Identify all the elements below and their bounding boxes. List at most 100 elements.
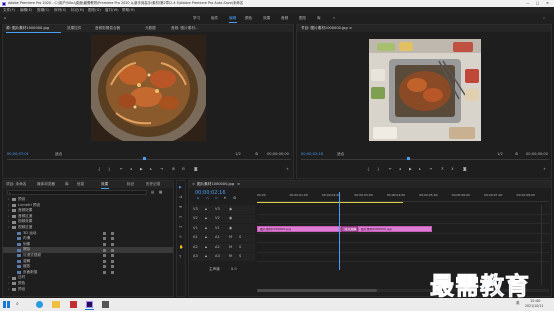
- track-header-v3[interactable]: V3 🔒︎ V3 ◉: [191, 205, 255, 214]
- eye-icon[interactable]: ◉: [229, 226, 232, 231]
- track-target-toggle[interactable]: V3: [193, 207, 198, 212]
- taskbar-app-premiere-icon[interactable]: [86, 301, 93, 308]
- tab-markers[interactable]: 标记: [127, 182, 134, 187]
- new-bin-icon[interactable]: ▤: [151, 190, 154, 195]
- solo-icon[interactable]: S: [239, 254, 241, 259]
- track-target-toggle[interactable]: A2: [193, 245, 198, 250]
- workspace-graphics[interactable]: 图形: [299, 16, 306, 21]
- selection-tool-icon[interactable]: ▶: [179, 185, 182, 190]
- track-row-v2[interactable]: [257, 215, 549, 224]
- workspace-effects[interactable]: 效果: [263, 16, 270, 21]
- program-fit-select[interactable]: 适合: [337, 152, 344, 157]
- lock-icon[interactable]: 🔒︎: [205, 207, 207, 212]
- export-frame-icon[interactable]: ◙: [194, 167, 198, 172]
- home-icon[interactable]: ⌂: [4, 16, 6, 21]
- workspace-learn[interactable]: 学习: [193, 16, 200, 21]
- type-tool-icon[interactable]: T: [179, 255, 181, 260]
- windows-start-icon[interactable]: [3, 301, 10, 308]
- menu-marker[interactable]: 标记(M): [71, 8, 84, 13]
- tab-source[interactable]: 源: 图片素材1000000.jpg: [6, 26, 49, 31]
- workspace-assembly[interactable]: 组件: [211, 16, 218, 21]
- mark-in-icon[interactable]: {: [98, 167, 100, 172]
- effects-tree-item[interactable]: › 预设: [3, 287, 173, 293]
- lift-icon[interactable]: ⊼: [441, 167, 444, 172]
- disclosure-arrow-icon[interactable]: ›: [8, 220, 9, 223]
- time-ruler[interactable]: 00;00 00;00;01;00 00;00;02;00 00;00;03;00 00…: [257, 192, 549, 202]
- work-area-bar[interactable]: [257, 202, 403, 203]
- track-target-toggle[interactable]: A3: [193, 254, 198, 259]
- disclosure-arrow-icon[interactable]: ›: [8, 198, 9, 201]
- insert-sequence-icon[interactable]: ⌂: [197, 196, 199, 201]
- lock-icon[interactable]: 🔒︎: [205, 245, 207, 250]
- tab-program[interactable]: 节目: 图片素材1000000.jpg: [301, 26, 348, 31]
- menu-clip[interactable]: 剪辑(C): [37, 8, 50, 13]
- source-zoom-select[interactable]: 1/2: [235, 152, 241, 157]
- add-marker-icon[interactable]: ▾: [224, 196, 226, 201]
- program-settings-icon[interactable]: ⚙: [515, 152, 518, 157]
- taskbar-app-shop-icon[interactable]: [102, 301, 109, 308]
- disclosure-arrow-icon[interactable]: ›: [8, 226, 9, 229]
- program-timecode[interactable]: 00;00;02;16: [301, 152, 323, 157]
- taskbar-search-icon[interactable]: ⌕: [16, 302, 19, 307]
- tab-metadata[interactable]: 元数据: [145, 26, 156, 31]
- menu-sequence[interactable]: 序列(S): [54, 8, 66, 13]
- lock-icon[interactable]: 🔒︎: [205, 235, 207, 240]
- workspace-color[interactable]: 颜色: [245, 16, 252, 21]
- video-clip[interactable]: 图片素材1000000.jpg: [357, 225, 433, 232]
- disclosure-arrow-icon[interactable]: ›: [8, 276, 9, 279]
- hand-tool-icon[interactable]: ✋: [179, 245, 183, 250]
- insert-icon[interactable]: ⊞: [172, 167, 175, 172]
- clock-date[interactable]: 2021/10/11: [525, 304, 543, 308]
- search-icon[interactable]: ⌕: [543, 16, 545, 21]
- eye-icon[interactable]: ◉: [229, 207, 232, 212]
- track-header-a1[interactable]: A1 🔒︎ A1 M S: [191, 233, 255, 242]
- pen-tool-icon[interactable]: ✎: [179, 235, 182, 240]
- timeline-playhead[interactable]: [339, 192, 341, 270]
- effects-search-field[interactable]: ⌕: [7, 190, 147, 195]
- program-playhead[interactable]: [407, 157, 410, 160]
- menu-file[interactable]: 文件(F): [3, 8, 15, 13]
- program-go-to-in-icon[interactable]: ⇤: [389, 167, 392, 172]
- minimize-button[interactable]: —: [526, 1, 530, 6]
- tab-history[interactable]: 历史记录: [146, 182, 160, 187]
- tab-effect-controls[interactable]: 效果控件: [67, 26, 81, 31]
- play-icon[interactable]: ▶: [140, 167, 143, 172]
- program-mark-out-icon[interactable]: }: [377, 167, 379, 172]
- master-value[interactable]: 0.0: [231, 267, 237, 272]
- tab-audio[interactable]: 音频: 图片素材...: [171, 26, 198, 31]
- menu-window[interactable]: 窗口(W): [105, 8, 119, 13]
- menu-help[interactable]: 帮助(H): [122, 8, 135, 13]
- program-add-button-icon[interactable]: +: [543, 167, 546, 172]
- program-play-icon[interactable]: ▶: [409, 167, 412, 172]
- workspace-editing[interactable]: 编辑: [229, 16, 236, 21]
- taskbar-app-explorer-icon[interactable]: [52, 301, 60, 308]
- track-header-v2[interactable]: V2 🔒︎ V2 ◉: [191, 214, 255, 223]
- source-timecode[interactable]: 00;00;07;01: [7, 152, 29, 157]
- source-scrubber-bar[interactable]: [7, 159, 291, 160]
- program-step-back-icon[interactable]: ◂: [399, 167, 401, 172]
- disclosure-arrow-icon[interactable]: ›: [8, 209, 9, 212]
- snap-icon[interactable]: ∩: [206, 196, 209, 201]
- sequence-menu-icon[interactable]: ≡: [237, 182, 240, 187]
- timeline-scroll-thumb[interactable]: [257, 289, 377, 292]
- overwrite-icon[interactable]: ⊟: [182, 167, 185, 172]
- lock-icon[interactable]: 🔒︎: [205, 254, 207, 259]
- track-target-toggle[interactable]: V2: [193, 216, 198, 221]
- lock-icon[interactable]: 🔒︎: [205, 216, 207, 221]
- program-mark-in-icon[interactable]: {: [367, 167, 369, 172]
- workspace-overflow-icon[interactable]: »: [333, 16, 335, 21]
- tab-info[interactable]: 信息: [77, 182, 84, 187]
- tab-project[interactable]: 项目: 未命名: [6, 182, 26, 187]
- program-scrubber-bar[interactable]: [301, 159, 549, 160]
- lock-icon[interactable]: 🔒︎: [205, 226, 207, 231]
- ripple-edit-tool-icon[interactable]: ⇹: [179, 205, 182, 210]
- filter-icon[interactable]: ▦: [159, 190, 162, 195]
- track-header-v1[interactable]: V1 🔒︎ V1 ◉: [191, 224, 255, 233]
- track-row-a2[interactable]: [257, 243, 549, 253]
- program-go-to-out-icon[interactable]: ⇥: [429, 167, 432, 172]
- add-button-icon[interactable]: +: [286, 167, 289, 172]
- tab-effects[interactable]: 效果: [101, 182, 108, 187]
- mute-icon[interactable]: M: [229, 254, 232, 259]
- menu-edit[interactable]: 编辑(E): [20, 8, 32, 13]
- disclosure-arrow-icon[interactable]: ›: [8, 287, 9, 291]
